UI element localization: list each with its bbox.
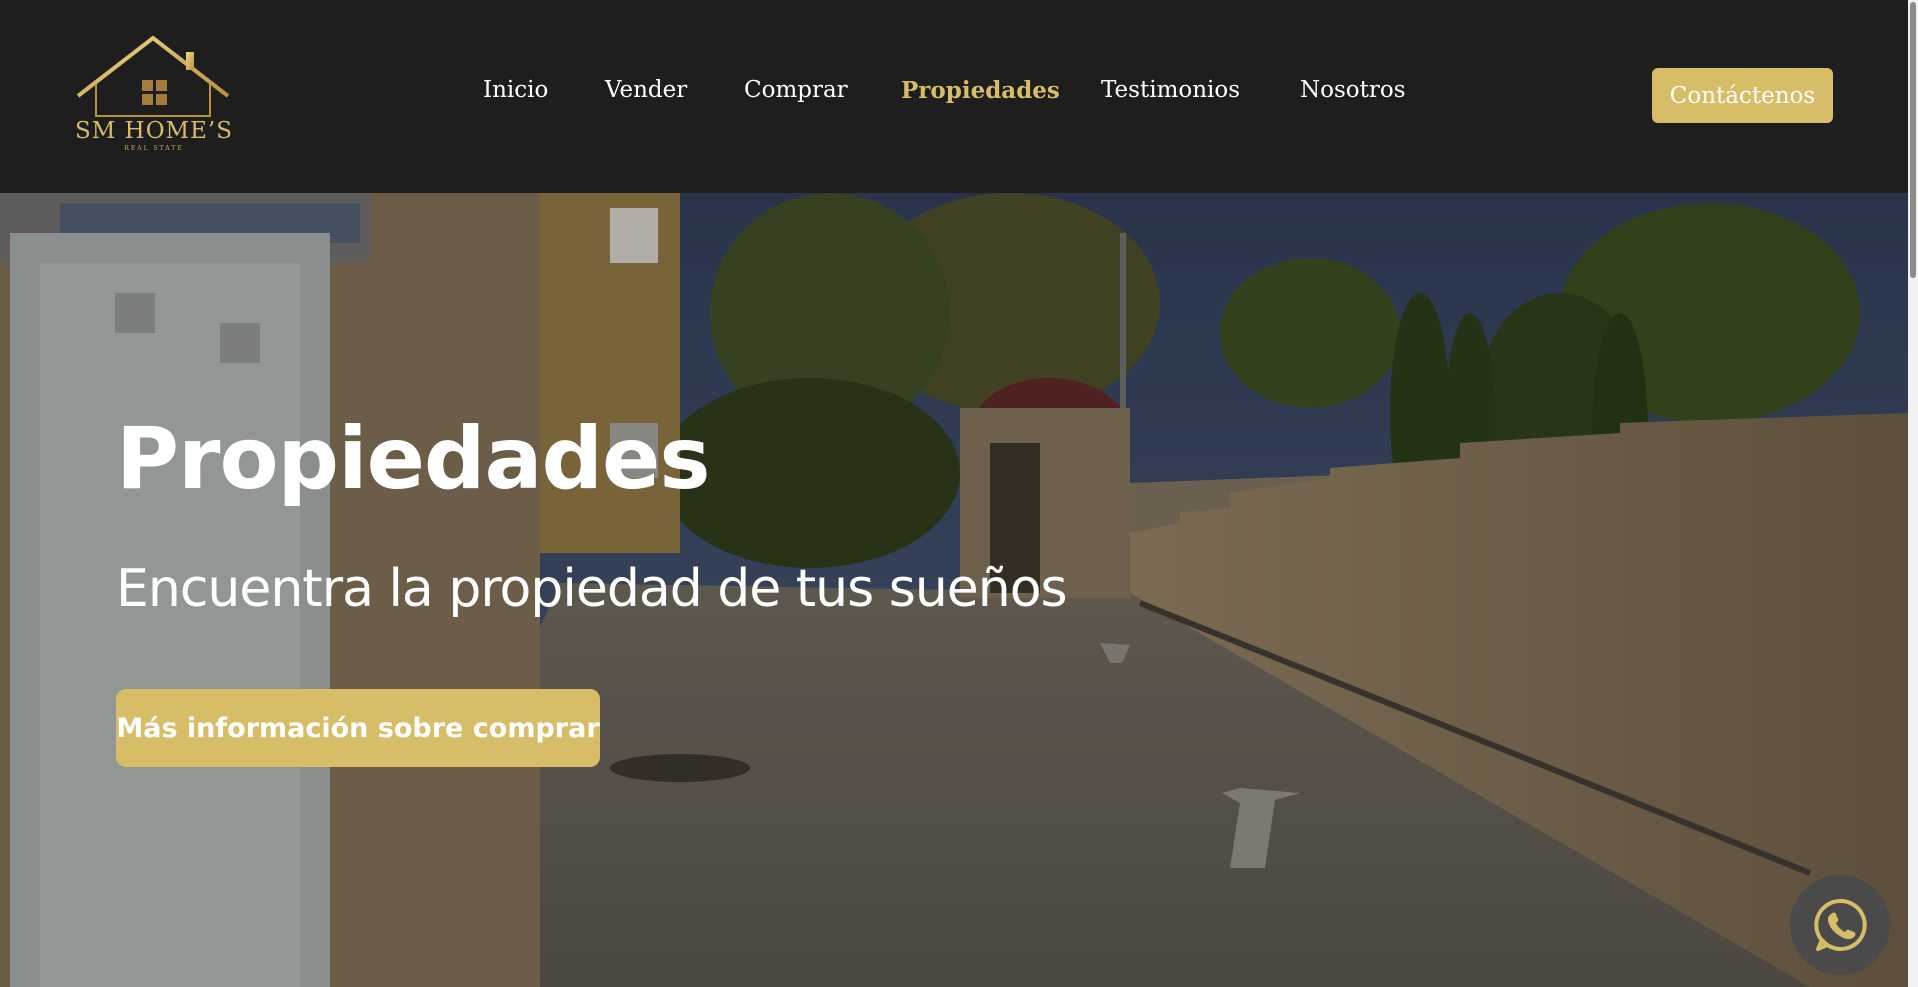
nav-item-vender[interactable]: Vender [605,77,687,103]
nav-item-nosotros[interactable]: Nosotros [1300,77,1406,103]
hero-subtitle: Encuentra la propiedad de tus sueños [116,559,1068,619]
scrollbar-thumb[interactable] [1910,2,1916,278]
more-info-buy-button[interactable]: Más información sobre comprar [116,689,600,767]
site-header: SM HOME’S REAL STATE Inicio Vender Compr… [0,0,1908,193]
scrollbar[interactable] [1908,0,1918,987]
nav-item-inicio[interactable]: Inicio [483,77,548,103]
whatsapp-icon [1814,898,1867,951]
whatsapp-button[interactable] [1790,875,1890,975]
contact-button[interactable]: Contáctenos [1652,68,1833,123]
hero-section: Propiedades Encuentra la propiedad de tu… [0,193,1908,987]
logo[interactable]: SM HOME’S REAL STATE [74,34,234,156]
nav-item-comprar[interactable]: Comprar [744,77,848,103]
house-logo-icon [76,35,230,117]
logo-name: SM HOME’S [75,118,233,144]
nav-item-testimonios[interactable]: Testimonios [1101,77,1240,103]
nav-item-propiedades[interactable]: Propiedades [901,77,1060,104]
logo-tagline: REAL STATE [124,145,184,152]
page-title: Propiedades [116,409,711,509]
